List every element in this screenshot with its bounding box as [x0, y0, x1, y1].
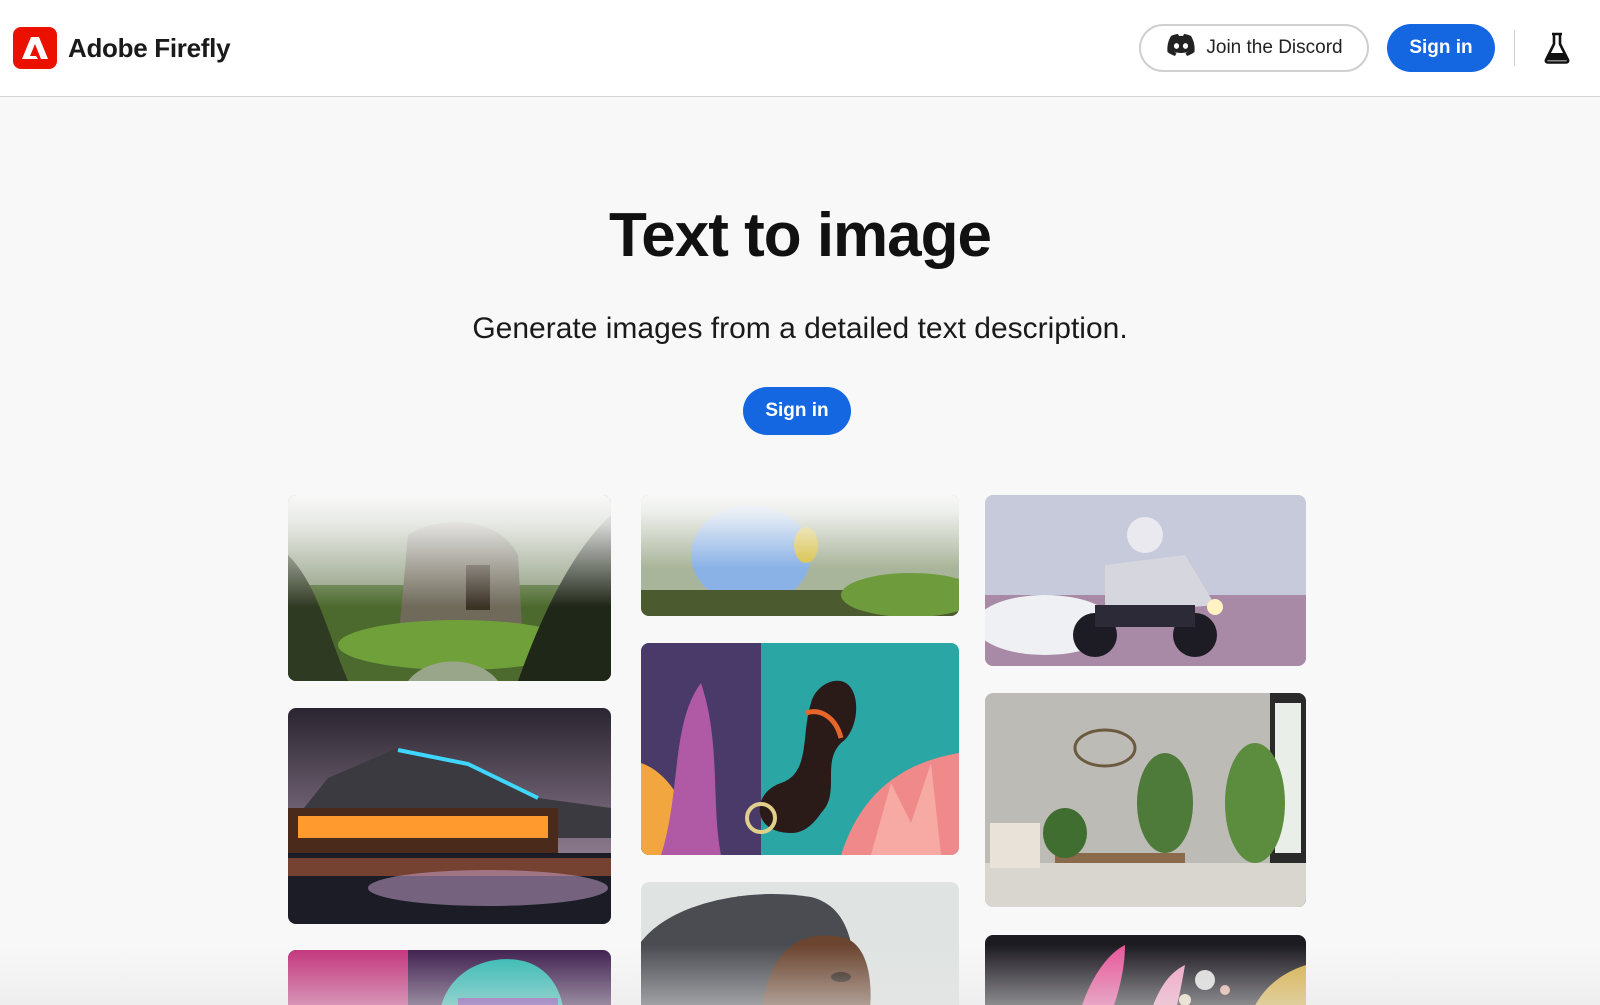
neon-lake-house-image[interactable] [288, 708, 611, 924]
beanie-portrait-image[interactable] [288, 950, 611, 1005]
hero-sign-in-button[interactable]: Sign in [743, 387, 851, 435]
discord-icon [1165, 33, 1197, 63]
adobe-logo-icon[interactable] [13, 27, 57, 69]
astronaut-motorcycle-image[interactable] [985, 495, 1306, 666]
flask-icon[interactable] [1544, 32, 1570, 64]
forest-treehouse-image[interactable] [288, 495, 611, 681]
plant-living-room-image[interactable] [985, 693, 1306, 907]
woman-profile-image[interactable] [641, 882, 959, 1005]
join-discord-label: Join the Discord [1206, 37, 1343, 58]
seahorse-coral-image[interactable] [641, 643, 959, 855]
header-sign-in-button[interactable]: Sign in [1387, 24, 1495, 72]
header-divider [1514, 30, 1515, 66]
page-subtitle: Generate images from a detailed text des… [472, 312, 1128, 345]
cosmic-powder-image[interactable] [985, 935, 1306, 1005]
page-title: Text to image [608, 201, 992, 270]
brand-name[interactable]: Adobe Firefly [68, 30, 231, 66]
join-discord-button[interactable]: Join the Discord [1139, 24, 1369, 72]
fluffy-creature-image[interactable] [641, 495, 959, 616]
top-header: Adobe Firefly Join the Discord Sign in [0, 0, 1600, 97]
